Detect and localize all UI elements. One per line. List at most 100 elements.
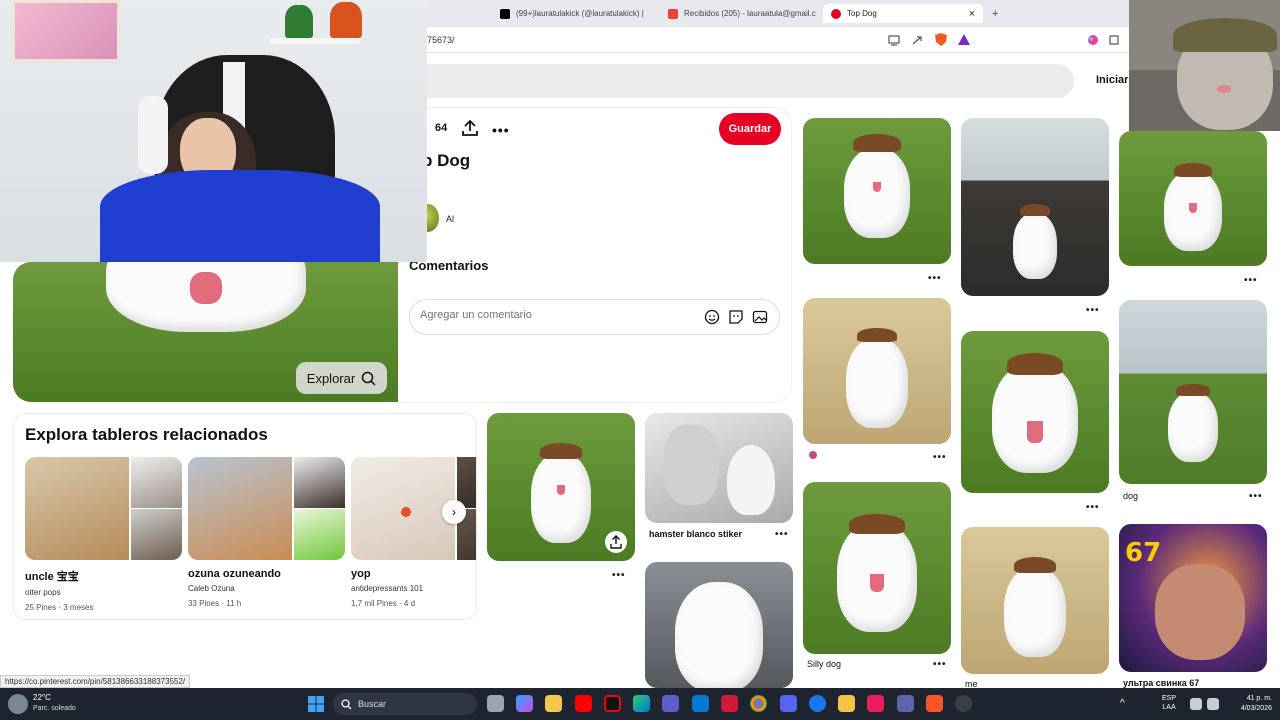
settings-gear-icon[interactable] [955,695,972,712]
save-button[interactable]: Guardar [719,113,781,145]
pin-card[interactable] [645,413,793,523]
discord-icon[interactable] [780,695,797,712]
weather-icon[interactable] [8,694,28,714]
pin-card[interactable] [1119,300,1267,484]
board-image [25,457,129,560]
share-icon[interactable] [605,531,627,553]
sticker-icon[interactable] [728,309,744,325]
volume-icon[interactable] [1207,698,1219,710]
dog-illustration [1013,213,1057,279]
board-card[interactable]: yop antidepressants 101 1,7 mil Pines · … [351,457,476,608]
rewards-icon[interactable] [957,33,971,46]
cast-icon[interactable] [888,34,900,46]
share-icon[interactable] [461,119,479,137]
more-options-icon[interactable]: ••• [1249,491,1263,502]
heart-icon [809,451,817,459]
explore-label: Explorar [306,370,356,386]
opera-icon[interactable] [721,695,738,712]
clock-date: 4/03/2026 [1240,705,1272,712]
pin-caption: ультра свинка 67 [1123,678,1200,688]
dog-tongue [189,272,222,304]
mail-icon[interactable] [692,695,709,712]
task-view-icon[interactable] [487,695,504,712]
board-meta: 1,7 mil Pines · 4 d [351,599,416,608]
new-tab-button[interactable]: + [992,4,998,23]
explore-button[interactable]: Explorar [296,362,387,394]
board-card[interactable]: uncle 宝宝 otter pops 25 Pines · 3 meses [25,457,182,612]
facebook-icon[interactable] [809,695,826,712]
youtube-icon[interactable] [575,695,592,712]
taskbar-search[interactable]: Buscar [333,693,477,715]
wifi-icon[interactable] [1190,698,1202,710]
url-text[interactable]: 75673/ [427,35,455,45]
reaction-count[interactable]: 64 [435,122,447,134]
pin-card[interactable] [961,331,1109,493]
board-card[interactable]: ozuna ozuneando Caleb Ozuna 33 Pines · 1… [188,457,345,608]
search-plus-icon [361,371,376,386]
brave-shield-icon[interactable] [934,32,948,47]
image-upload-icon[interactable] [752,309,768,325]
next-arrow-button[interactable]: › [442,500,466,524]
pin-card[interactable] [487,413,635,561]
dog-illustration [1004,567,1066,657]
chrome-icon[interactable] [750,695,767,712]
more-options-icon[interactable]: ••• [492,122,510,138]
dog-illustration [846,338,908,428]
color-extension-icon[interactable] [1087,34,1099,46]
folder-icon[interactable] [838,695,855,712]
pin-card[interactable] [961,527,1109,674]
board-name: yop [351,568,371,580]
app-icon[interactable] [867,695,884,712]
language-indicator[interactable]: ESP LAA [1162,694,1176,712]
brave-icon[interactable] [926,695,943,712]
board-image [188,457,292,560]
pin-card[interactable] [803,482,951,654]
more-options-icon[interactable]: ••• [1244,275,1258,286]
edge-icon[interactable] [633,695,650,712]
share-page-icon[interactable] [911,34,923,46]
meme-cat-overlay [1129,0,1280,131]
pin-number-graphic: 67 [1125,538,1162,568]
close-tab-icon[interactable]: × [969,8,975,20]
search-input[interactable] [400,64,1074,98]
tab-tiktok[interactable]: (99+)lauratulakick (@lauratulakick) | [500,4,650,23]
board-image [131,457,182,508]
more-options-icon[interactable]: ••• [612,570,626,581]
comment-field[interactable] [409,299,780,335]
clock[interactable]: 41 p. m. 4/03/2026 [1228,694,1272,714]
board-owner: otter pops [25,588,61,597]
author-name[interactable]: Al [446,214,454,224]
pin-card[interactable] [803,118,951,264]
more-options-icon[interactable]: ••• [775,529,789,540]
pin-card[interactable] [645,562,793,688]
more-options-icon[interactable]: ••• [1086,502,1100,513]
teams-icon[interactable] [897,695,914,712]
extensions-icon[interactable] [1108,34,1120,46]
app-icon[interactable] [662,695,679,712]
pin-card[interactable] [803,298,951,444]
emoji-icon[interactable] [704,309,720,325]
more-options-icon[interactable]: ••• [1086,305,1100,316]
status-bar-url: https://co.pinterest.com/pin/58138663318… [0,675,191,688]
copilot-icon[interactable] [516,695,533,712]
comment-input[interactable] [420,309,700,321]
webcam-overlay [0,0,427,262]
pin-card[interactable]: 67 [1119,524,1267,672]
cowboy-hat [1020,204,1050,216]
tab-top-dog[interactable]: Top Dog × [823,4,983,23]
more-options-icon[interactable]: ••• [928,273,942,284]
chevron-up-icon[interactable]: ^ [1120,698,1125,709]
windows-start-icon[interactable] [308,696,324,712]
pin-card[interactable] [961,118,1109,296]
more-options-icon[interactable]: ••• [933,659,947,670]
weather-temp[interactable]: 22°C [33,693,51,702]
search-icon [341,698,352,709]
board-cover [25,457,182,560]
cowboy-hat [540,443,582,459]
store-icon[interactable] [545,695,562,712]
pin-card[interactable] [1119,131,1267,266]
more-options-icon[interactable]: ••• [933,452,947,463]
tab-gmail[interactable]: Recibidos (205) - lauraatula@gmail.c [668,4,816,23]
netflix-icon[interactable] [604,695,621,712]
weather-desc[interactable]: Parc. soleado [33,705,76,712]
